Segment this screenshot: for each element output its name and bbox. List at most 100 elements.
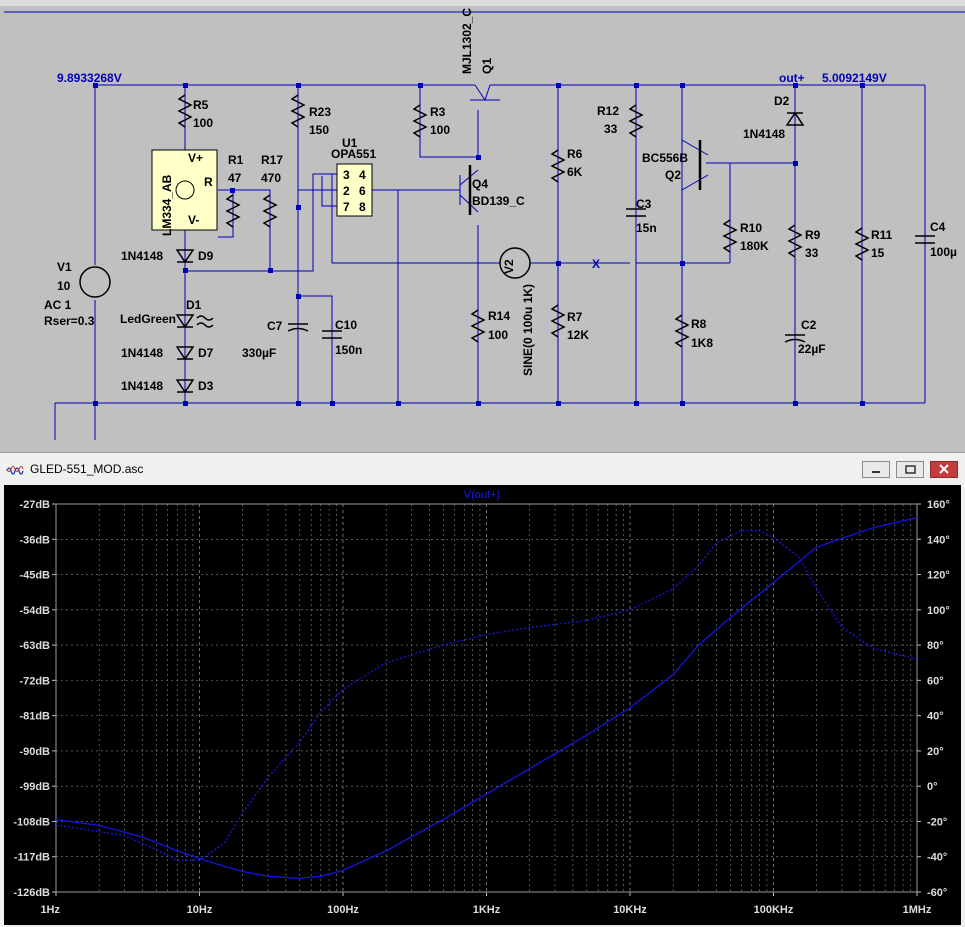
magnitude-point: [772, 581, 775, 584]
u1-pin-3: 3: [343, 168, 350, 182]
v1-value: 10: [57, 279, 71, 293]
phase-point: [915, 658, 918, 661]
c10-name: C10: [335, 318, 357, 332]
y-left-tick-label: -36dB: [19, 534, 50, 546]
y-left-tick-label: -108dB: [13, 816, 50, 828]
magnitude-point: [223, 865, 226, 868]
x-tick-label: 1MHz: [903, 904, 932, 916]
r23-value: 150: [309, 123, 329, 137]
u1-pin-7: 7: [343, 200, 350, 214]
node-out-voltage: 5.0092149V: [822, 71, 887, 85]
trace-title[interactable]: V(out+): [464, 489, 500, 501]
window-title: GLED-551_MOD.asc: [30, 462, 144, 476]
y-right-tick-label: 40°: [927, 711, 944, 723]
phase-point: [872, 647, 875, 650]
schematic-editor[interactable]: 9.8933268V out+ 5.0092149V X R5 100 R23 …: [0, 0, 965, 443]
r9-value: 33: [805, 246, 819, 260]
u1-pin-2: 2: [343, 184, 350, 198]
magnitude-point: [815, 546, 818, 549]
d2-name: D2: [774, 94, 790, 108]
plot-area[interactable]: V(out+) -27dB 160° -36dB 140° -45dB 120° -54dB…: [4, 485, 961, 925]
phase-point: [485, 633, 488, 636]
q2-name: Q2: [665, 168, 681, 182]
phase-point: [385, 661, 388, 664]
y-left-tick-label: -27dB: [19, 499, 50, 511]
magnitude-point: [628, 706, 631, 709]
u1-pin-4: 4: [359, 168, 366, 182]
c3-name: C3: [636, 197, 652, 211]
schematic-canvas[interactable]: 9.8933268V out+ 5.0092149V X R5 100 R23 …: [0, 0, 965, 443]
phase-point: [442, 644, 445, 647]
r23-name: R23: [309, 105, 331, 119]
r17-value: 470: [261, 171, 281, 185]
magnitude-point: [729, 616, 732, 619]
magnitude-point: [98, 824, 101, 827]
phase-point: [840, 626, 843, 629]
y-right-tick-label: 20°: [927, 746, 944, 758]
phase-point: [54, 823, 57, 826]
r6-name: R6: [567, 147, 583, 161]
phase-point: [176, 859, 179, 862]
r5-value: 100: [193, 116, 213, 130]
y-right-tick-label: -60°: [927, 887, 947, 899]
bode-plot[interactable]: V(out+) -27dB 160° -36dB 140° -45dB 120° -54dB…: [4, 485, 961, 925]
close-button[interactable]: [930, 461, 958, 478]
y-left-tick-label: -81dB: [19, 711, 50, 723]
magnitude-point: [697, 644, 700, 647]
magnitude-point: [872, 526, 875, 529]
y-left-tick-label: -117dB: [14, 852, 50, 864]
phase-point: [697, 564, 700, 567]
u1-part: OPA551: [331, 147, 376, 161]
d7-part: 1N4148: [121, 346, 163, 360]
r1-name: R1: [228, 153, 244, 167]
y-left-tick-label: -126dB: [13, 887, 50, 899]
phase-point: [241, 811, 244, 814]
magnitude-point: [915, 516, 918, 519]
phase-point: [341, 688, 344, 691]
d3-part: 1N4148: [121, 379, 163, 393]
y-left-tick-label: -45dB: [19, 570, 50, 582]
minimize-icon: [872, 471, 880, 473]
y-left-tick-label: -90dB: [19, 746, 50, 758]
minimize-button[interactable]: [862, 461, 890, 478]
magnitude-point: [241, 870, 244, 873]
probe-x-label: X: [592, 257, 600, 271]
y-right-tick-label: 0°: [927, 781, 938, 793]
close-icon: [939, 464, 949, 474]
u1-pin-6: 6: [359, 184, 366, 198]
maximize-button[interactable]: [896, 461, 924, 478]
r8-name: R8: [691, 317, 707, 331]
q1-name: Q1: [480, 58, 494, 74]
y-right-tick-label: 140°: [927, 534, 950, 546]
phase-point: [715, 541, 718, 544]
r14-value: 100: [488, 328, 508, 342]
v1-ac: AC 1: [44, 298, 72, 312]
c4-value: 100µ: [930, 245, 957, 259]
v1-name: V1: [57, 260, 72, 274]
magnitude-point: [442, 818, 445, 821]
magnitude-point: [176, 849, 179, 852]
window-titlebar[interactable]: GLED-551_MOD.asc: [0, 453, 965, 485]
d1-name: D1: [186, 298, 202, 312]
y-right-tick-label: -40°: [927, 852, 947, 864]
maximize-icon: [905, 465, 916, 474]
v2-value: SINE(0 100u 1K): [521, 284, 535, 376]
y-right-tick-label: 60°: [927, 675, 944, 687]
d3-name: D3: [198, 379, 214, 393]
phase-point: [672, 587, 675, 590]
magnitude-point: [528, 767, 531, 770]
d2-part: 1N4148: [743, 127, 785, 141]
r17-name: R17: [261, 153, 283, 167]
x-tick-label: 1Hz: [40, 904, 60, 916]
r11-name: R11: [871, 228, 893, 242]
lm334-label: LM334_AB: [160, 174, 174, 236]
phase-point: [155, 848, 158, 851]
lm334-vminus: V-: [188, 213, 199, 227]
phase-point: [198, 859, 201, 862]
x-tick-label: 100KHz: [754, 904, 794, 916]
q4-part: BD139_C: [472, 194, 525, 208]
magnitude-point: [341, 869, 344, 872]
phase-point: [772, 536, 775, 539]
waveform-viewer-window[interactable]: GLED-551_MOD.asc V(out+) -27dB 160° -36dB 1…: [0, 452, 965, 927]
u1-pin-8: 8: [359, 200, 366, 214]
